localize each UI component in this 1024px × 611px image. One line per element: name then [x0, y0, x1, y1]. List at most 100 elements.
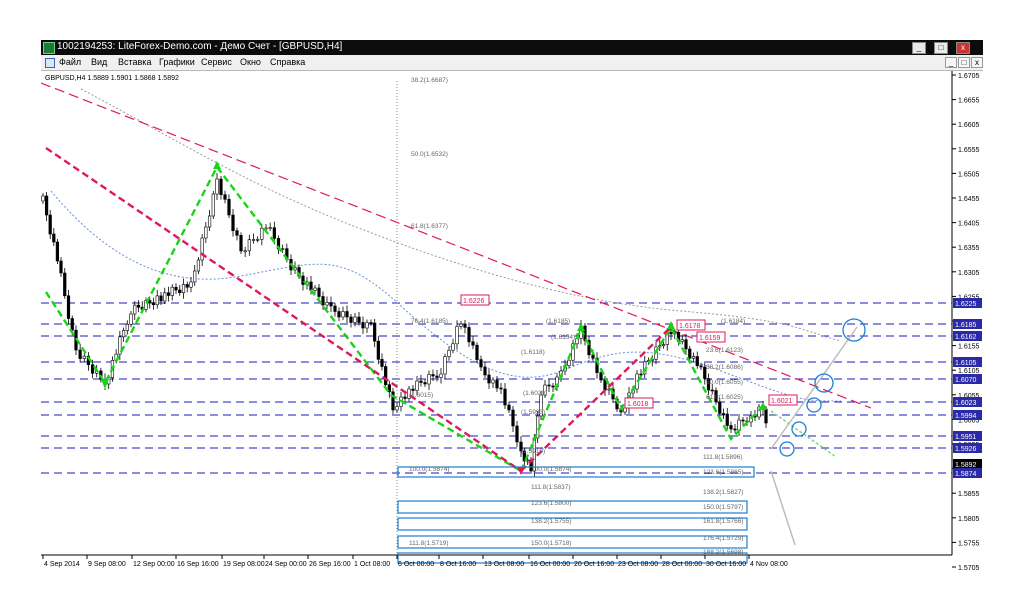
fib-level-label: 38.2(1.6086)	[706, 364, 743, 371]
price-tick-label: 1.6705	[958, 73, 980, 80]
menu-insert[interactable]: Вставка	[118, 57, 151, 67]
price-tick-label: 1.5855	[958, 491, 980, 498]
target-circle[interactable]	[806, 397, 822, 413]
wave-up-1[interactable]	[44, 164, 522, 473]
chart-canvas[interactable]: GBPUSD,H4 1.5889 1.5901 1.5868 1.5892 38…	[41, 71, 983, 571]
menu-tools[interactable]: Сервис	[201, 57, 232, 67]
fib-level-label: 123.6(1.5865)	[703, 469, 743, 476]
price-tick-label: 1.6305	[958, 270, 980, 277]
price-tick-label: 1.5805	[958, 516, 980, 523]
level-price-label: 1.6185	[955, 322, 977, 329]
fib-level-label: 176.4(1.5729)	[703, 535, 743, 542]
highlight-price-label: 1.6226	[463, 298, 485, 305]
fib-level-label: 111.8(1.5719)	[409, 540, 449, 547]
trendline-resistance[interactable]	[41, 82, 872, 409]
fib-level-label: 38.2(1.6687)	[411, 77, 448, 84]
level-price-label: 1.6105	[955, 360, 977, 367]
doc-close-button[interactable]: x	[971, 57, 983, 68]
target-circle[interactable]	[791, 421, 807, 437]
fib-level-label: 23.6(1.6123)	[706, 347, 743, 354]
fib-box[interactable]	[397, 517, 748, 531]
time-tick-label: 4 Nov 08:00	[750, 561, 788, 568]
fib-level-label: 150.0(1.5718)	[531, 540, 571, 547]
price-tick-label: 1.6655	[958, 98, 980, 105]
menu-help[interactable]: Справка	[270, 57, 305, 67]
fib-level-label: 138.2(1.5755)	[531, 518, 571, 525]
fib-level-label: 111.8(1.5896)	[703, 454, 743, 461]
fib-level-label: 76.4(1.6185)	[411, 318, 448, 325]
price-tick-label: 1.6455	[958, 196, 980, 203]
level-price-label: 1.6225	[955, 301, 977, 308]
fib-level-label: (1.6029)	[523, 390, 547, 397]
price-tick-label: 1.5755	[958, 540, 980, 547]
menu-charts[interactable]: Графики	[159, 57, 195, 67]
target-circle[interactable]	[779, 441, 795, 457]
time-tick-label: 1 Oct 08:00	[354, 561, 390, 568]
fib-level-label: 123.6(1.5800)	[531, 500, 571, 507]
menu-file[interactable]: Файл	[59, 57, 81, 67]
time-tick-label: 6 Oct 00:00	[398, 561, 434, 568]
window-title: 1002194253: LiteForex-Demo.com - Демо Сч…	[57, 41, 343, 52]
close-button[interactable]: x	[956, 42, 970, 54]
chart-window-icon[interactable]	[45, 58, 55, 68]
level-price-label: 1.5926	[955, 446, 977, 453]
minimize-button[interactable]: _	[912, 42, 926, 54]
highlight-price-label: 1.6018	[627, 401, 649, 408]
price-chart[interactable]: GBPUSD,H4 1.5889 1.5901 1.5868 1.5892 38…	[41, 71, 983, 571]
title-bar[interactable]: 1002194253: LiteForex-Demo.com - Демо Сч…	[41, 40, 983, 55]
time-tick-label: 30 Oct 16:00	[706, 561, 746, 568]
price-tick-label: 1.6405	[958, 221, 980, 228]
time-tick-label: 24 Sep 00:00	[265, 561, 307, 568]
level-price-label: 1.5892	[955, 462, 977, 469]
fib-level-label: 61.8(1.6025)	[706, 394, 743, 401]
level-price-label: 1.6070	[955, 377, 977, 384]
fib-level-label: 61.8(1.6377)	[411, 223, 448, 230]
fib-level-label: 100.0(1.5874)	[409, 466, 449, 473]
fib-box[interactable]	[397, 500, 748, 514]
menu-window[interactable]: Окно	[240, 57, 261, 67]
fib-level-label: 50.0(1.6532)	[411, 151, 448, 158]
highlight-price-label: 1.6021	[771, 398, 793, 405]
level-price-label: 1.5874	[955, 471, 977, 478]
symbol-info: GBPUSD,H4 1.5889 1.5901 1.5868 1.5892	[45, 75, 179, 82]
fib-level-label: 150.0(1.5797)	[703, 504, 743, 511]
time-tick-label: 19 Sep 08:00	[223, 561, 265, 568]
time-tick-label: 26 Sep 16:00	[309, 561, 351, 568]
fib-level-label: (1.6154)	[551, 334, 575, 341]
time-tick-label: 28 Oct 00:00	[662, 561, 702, 568]
doc-restore-button[interactable]: □	[958, 57, 970, 68]
fib-level-label: 138.2(1.5827)	[703, 489, 743, 496]
price-tick-label: 1.6505	[958, 171, 980, 178]
menu-view[interactable]: Вид	[91, 57, 107, 67]
price-tick-label: 1.6605	[958, 122, 980, 129]
fib-box[interactable]	[397, 535, 748, 549]
fib-level-label: (1.6184)	[721, 318, 745, 325]
fib-box[interactable]	[397, 466, 755, 478]
terminal-window: 1002194253: LiteForex-Demo.com - Демо Сч…	[41, 40, 983, 571]
fib-level-label: (1.6015)	[409, 392, 433, 399]
highlight-price-label: 1.6159	[699, 335, 721, 342]
maximize-button[interactable]: □	[934, 42, 948, 54]
level-price-label: 1.5951	[955, 434, 977, 441]
fib-level-label: (1.5910)	[521, 448, 545, 455]
time-tick-label: 8 Oct 16:00	[440, 561, 476, 568]
price-tick-label: 1.6555	[958, 147, 980, 154]
fib-level-label: (1.5993)	[521, 409, 545, 416]
price-tick-label: 1.6355	[958, 245, 980, 252]
fib-level-label: (1.6118)	[521, 349, 545, 356]
time-tick-label: 16 Oct 00:00	[530, 561, 570, 568]
fib-level-label: (1.6185)	[546, 318, 570, 325]
fib-level-label: 50.0(1.6055)	[706, 379, 743, 386]
doc-minimize-button[interactable]: _	[945, 57, 957, 68]
menu-bar: Файл Вид Вставка Графики Сервис Окно Спр…	[41, 55, 983, 71]
time-tick-label: 20 Oct 16:00	[574, 561, 614, 568]
fib-level-label: 188.2(1.5698)	[703, 549, 743, 556]
price-tick-label: 1.5705	[958, 565, 980, 571]
time-tick-label: 9 Sep 08:00	[88, 561, 126, 568]
time-tick-label: 4 Sep 2014	[44, 561, 80, 568]
price-tick-label: 1.6155	[958, 344, 980, 351]
app-logo-icon	[43, 42, 55, 54]
time-tick-label: 12 Sep 00:00	[133, 561, 175, 568]
level-price-label: 1.6162	[955, 334, 977, 341]
time-tick-label: 16 Sep 16:00	[177, 561, 219, 568]
